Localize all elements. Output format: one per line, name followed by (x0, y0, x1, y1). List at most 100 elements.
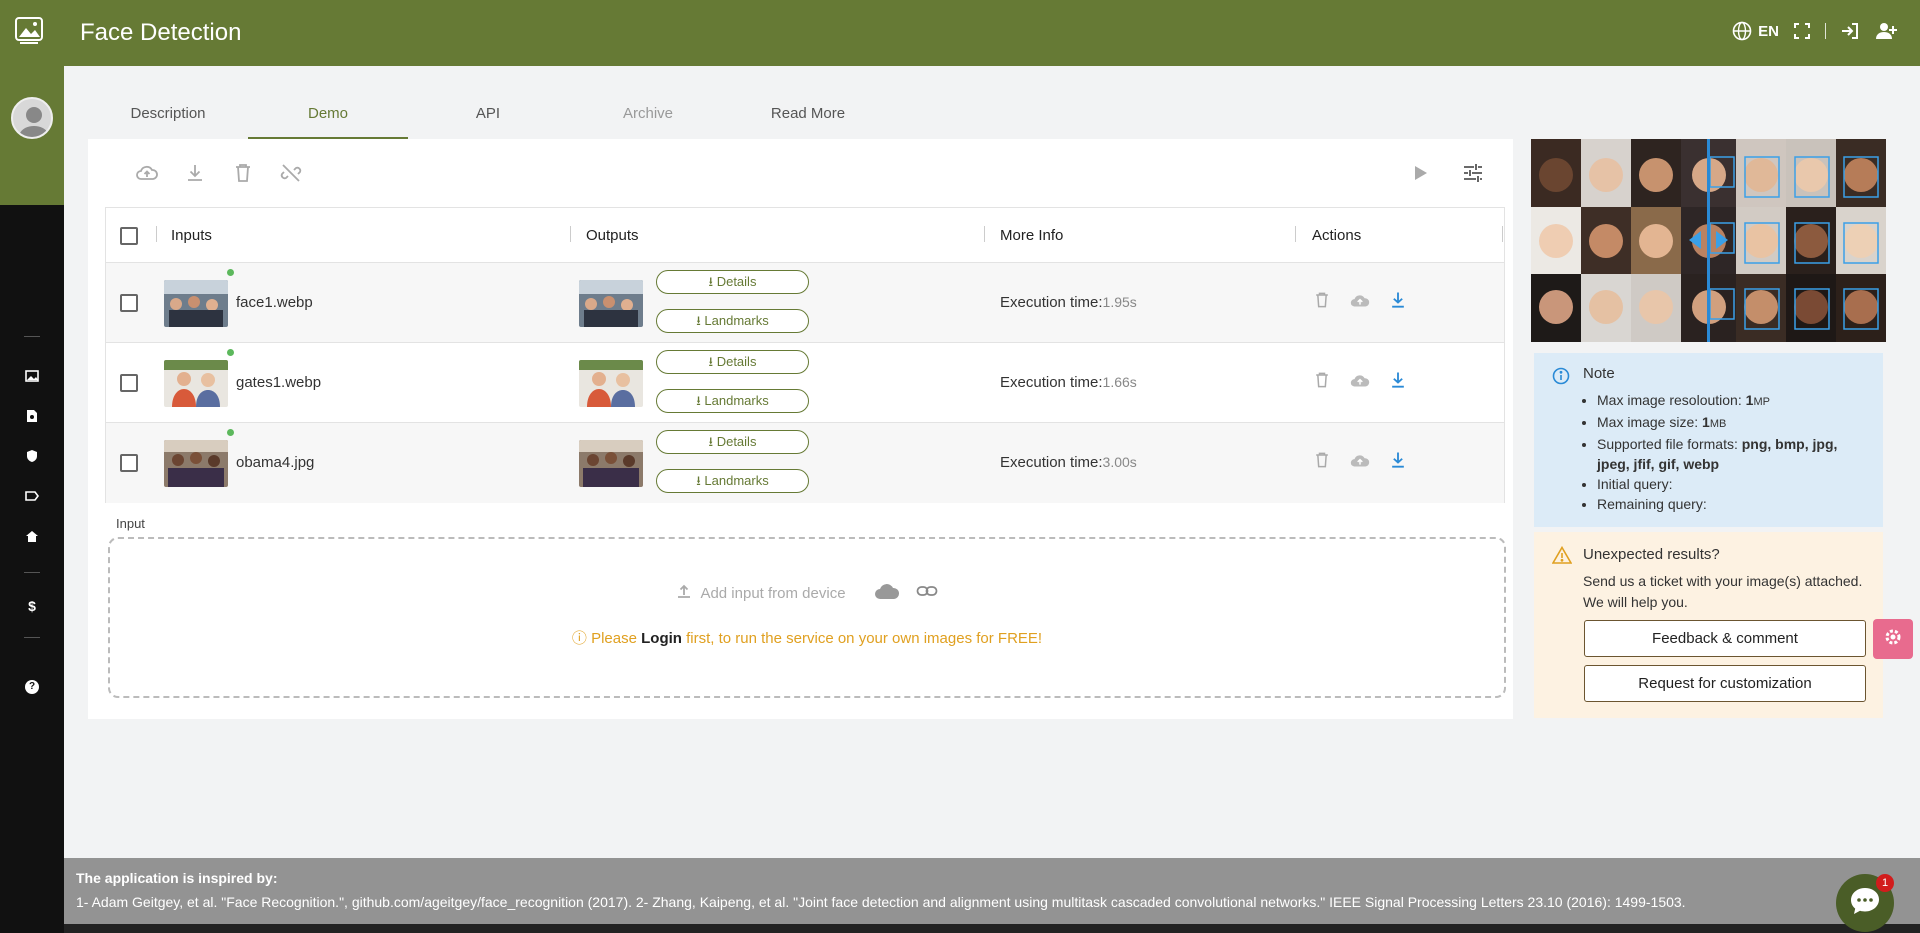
delete-row-icon[interactable] (1312, 290, 1334, 312)
cloud-upload-row-icon[interactable] (1348, 290, 1370, 312)
login-suffix: first, to run the service on your own im… (681, 630, 1043, 647)
fullscreen-icon[interactable] (1793, 22, 1811, 40)
status-dot (227, 269, 234, 276)
chat-bubble-icon (1849, 886, 1881, 921)
details-label: Details (716, 274, 757, 289)
tab-demo[interactable]: Demo (248, 90, 408, 139)
tab-archive[interactable]: Archive (568, 90, 728, 139)
note-title: Note (1583, 365, 1615, 382)
note-label: Initial query: (1597, 476, 1673, 492)
tab-api[interactable]: API (408, 90, 568, 139)
tab-bar: Description Demo API Archive Read More (88, 90, 1538, 139)
example-faces-collage[interactable] (1531, 139, 1886, 342)
login-link[interactable]: Login (641, 630, 682, 647)
input-dropzone[interactable]: Add input from device ⓘ Please Login fir… (108, 537, 1506, 698)
shield-icon[interactable] (22, 446, 42, 466)
warning-icon (1551, 545, 1573, 567)
landmarks-label: Landmarks (704, 393, 769, 408)
note-label: Supported file formats: (1597, 436, 1742, 452)
delete-row-icon[interactable] (1312, 450, 1334, 472)
info-circle-icon (1552, 367, 1570, 388)
tab-description[interactable]: Description (88, 90, 248, 139)
exec-value: 3.00s (1102, 454, 1137, 470)
list-item: Initial query: (1597, 474, 1867, 494)
note-box: Note Max image resoloution: 1MP Max imag… (1534, 353, 1883, 527)
delete-icon[interactable] (231, 161, 255, 185)
cloud-icon[interactable] (874, 582, 900, 604)
status-dot (227, 429, 234, 436)
input-thumbnail[interactable] (164, 360, 228, 407)
header-more-info: More Info (1000, 227, 1064, 244)
table-row[interactable]: face1.webp ⭳ Details ⭳ Landmarks Executi… (106, 263, 1504, 343)
row-checkbox[interactable] (120, 374, 138, 392)
output-thumbnail[interactable] (579, 280, 643, 327)
table-row[interactable]: gates1.webp ⭳ Details ⭳ Landmarks Execut… (106, 343, 1504, 423)
home-icon[interactable] (22, 526, 42, 546)
results-table: Inputs Outputs More Info Actions face1.w… (105, 207, 1505, 503)
table-row[interactable]: obama4.jpg ⭳ Details ⭳ Landmarks Executi… (106, 423, 1504, 503)
details-label: Details (716, 354, 757, 369)
tag-icon[interactable] (22, 486, 42, 506)
help-icon[interactable]: ? (22, 677, 42, 697)
list-item: Max image resoloution: 1MP (1597, 390, 1867, 412)
note-label: Remaining query: (1597, 496, 1707, 512)
header-actions: Actions (1312, 227, 1362, 244)
cloud-upload-row-icon[interactable] (1348, 370, 1370, 392)
details-button[interactable]: ⭳ Details (656, 270, 809, 294)
download-row-icon[interactable] (1388, 290, 1410, 312)
details-label: Details (716, 434, 757, 449)
row-checkbox[interactable] (120, 454, 138, 472)
run-icon[interactable] (1408, 161, 1432, 185)
unlink-icon[interactable] (279, 161, 303, 185)
language-selector[interactable]: EN (1732, 21, 1779, 41)
feedback-button[interactable]: Feedback & comment (1584, 620, 1866, 657)
top-bar: Face Detection EN (0, 0, 1920, 66)
column-divider (984, 226, 985, 242)
app-logo[interactable] (14, 16, 50, 50)
footer-heading: The application is inspired by: (76, 870, 278, 886)
download-row-icon[interactable] (1388, 450, 1410, 472)
document-search-icon[interactable] (22, 406, 42, 426)
toolbar (88, 139, 1513, 209)
settings-gear-button[interactable] (1873, 619, 1913, 659)
input-filename: gates1.webp (236, 374, 322, 391)
column-divider (1295, 226, 1296, 242)
select-all-checkbox[interactable] (120, 227, 138, 245)
details-button[interactable]: ⭳ Details (656, 430, 809, 454)
dollar-icon[interactable]: $ (22, 596, 42, 616)
unexpected-title: Unexpected results? (1583, 546, 1720, 563)
add-user-icon[interactable] (1874, 21, 1898, 41)
download-icon[interactable] (183, 161, 207, 185)
output-thumbnail[interactable] (579, 440, 643, 487)
input-section-label: Input (116, 516, 145, 531)
sidebar-divider (24, 336, 40, 337)
footer: The application is inspired by: 1- Adam … (64, 858, 1920, 933)
row-checkbox[interactable] (120, 294, 138, 312)
output-thumbnail[interactable] (579, 360, 643, 407)
exec-label: Execution time: (1000, 294, 1103, 311)
login-prefix: Please (591, 630, 642, 647)
status-dot (227, 349, 234, 356)
note-list: Max image resoloution: 1MP Max image siz… (1583, 390, 1867, 514)
download-row-icon[interactable] (1388, 370, 1410, 392)
cloud-upload-icon[interactable] (135, 161, 159, 185)
add-from-device-button[interactable]: Add input from device (676, 583, 846, 603)
landmarks-button[interactable]: ⭳ Landmarks (656, 469, 809, 493)
delete-row-icon[interactable] (1312, 370, 1334, 392)
input-thumbnail[interactable] (164, 440, 228, 487)
input-thumbnail[interactable] (164, 280, 228, 327)
avatar[interactable] (11, 97, 53, 139)
execution-time: Execution time:1.66s (1000, 374, 1137, 391)
details-button[interactable]: ⭳ Details (656, 350, 809, 374)
landmarks-label: Landmarks (704, 473, 769, 488)
app-title: Face Detection (80, 19, 242, 46)
landmarks-button[interactable]: ⭳ Landmarks (656, 389, 809, 413)
cloud-upload-row-icon[interactable] (1348, 450, 1370, 472)
customization-button[interactable]: Request for customization (1584, 665, 1866, 702)
tab-read-more[interactable]: Read More (728, 90, 888, 139)
link-icon[interactable] (916, 583, 938, 603)
landmarks-button[interactable]: ⭳ Landmarks (656, 309, 809, 333)
login-icon[interactable] (1840, 21, 1860, 41)
image-icon[interactable] (22, 366, 42, 386)
settings-sliders-icon[interactable] (1461, 161, 1485, 185)
